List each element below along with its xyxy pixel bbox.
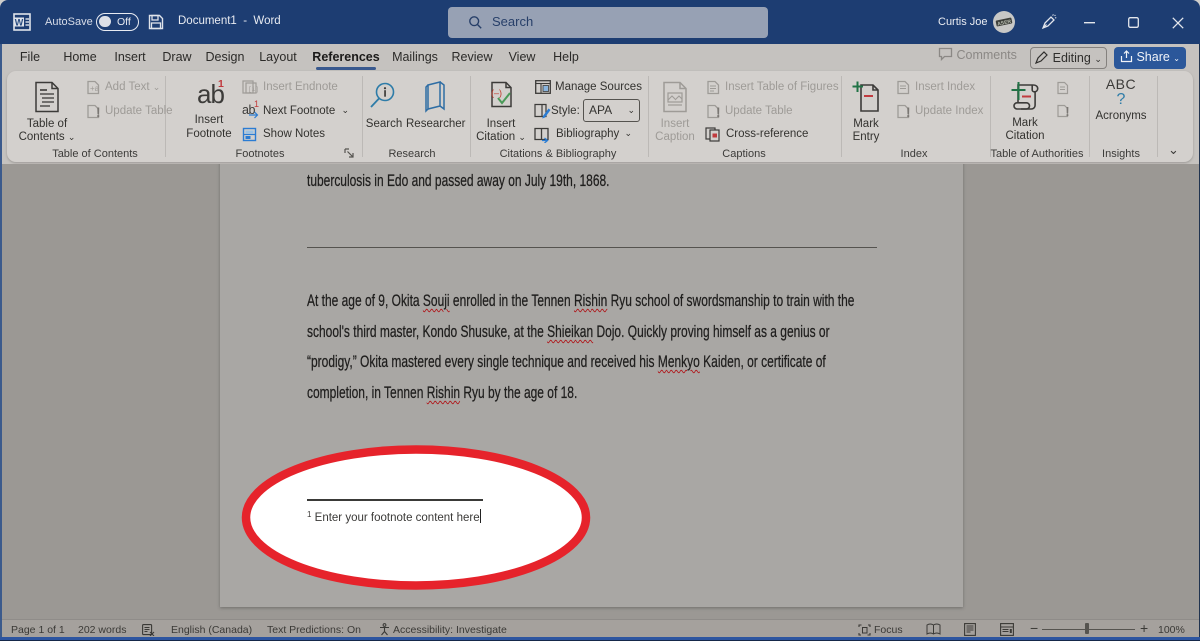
svg-text:[i]: [i]	[248, 86, 258, 93]
svg-text:!: !	[906, 105, 911, 119]
svg-text:!: !	[716, 105, 721, 119]
svg-text:(–): (–)	[491, 88, 502, 98]
svg-text:W: W	[15, 18, 24, 28]
svg-text:!: !	[1065, 105, 1069, 118]
svg-text:+a: +a	[90, 84, 100, 93]
svg-text:!: !	[96, 105, 101, 119]
